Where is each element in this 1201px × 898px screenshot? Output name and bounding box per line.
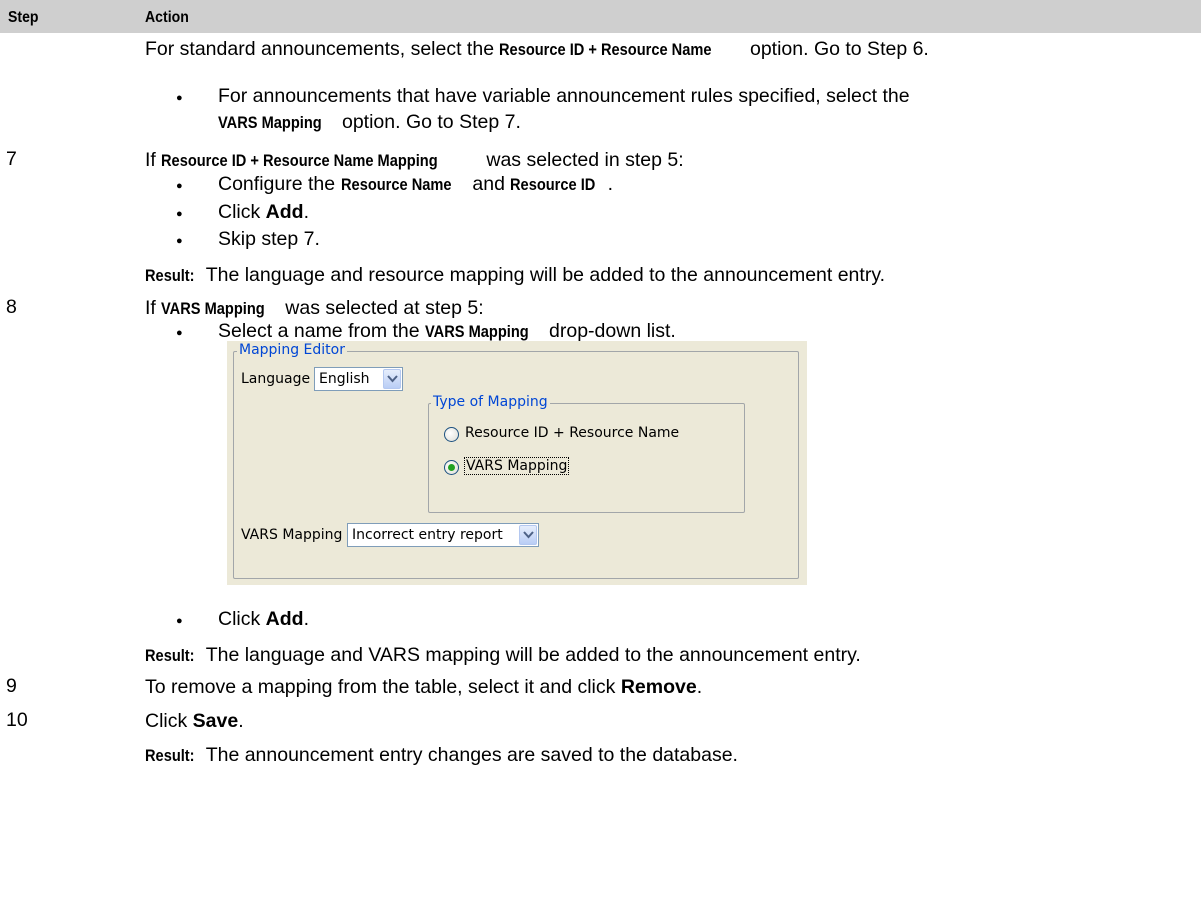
resource-id-radio[interactable] bbox=[444, 427, 459, 442]
bullet-glyph: ● bbox=[176, 615, 183, 627]
step-8-text: If VARS Mapping was selected at step 5: bbox=[145, 297, 484, 319]
language-label: Language bbox=[241, 371, 311, 387]
step-10-text: Click Save. bbox=[145, 710, 244, 732]
step-7-result: Result: The language and resource mappin… bbox=[145, 264, 886, 286]
step-7-bullet-2: Click Add. bbox=[218, 201, 309, 223]
vars-mapping-label: VARS Mapping bbox=[241, 527, 343, 543]
standard-announcements-text: For standard announcements, select the R… bbox=[145, 38, 929, 60]
type-of-mapping-title: Type of Mapping bbox=[431, 394, 550, 410]
bullet-glyph: ● bbox=[176, 92, 183, 104]
bullet-glyph: ● bbox=[176, 327, 183, 339]
variable-announcements-text-2: VARS Mapping option. Go to Step 7. bbox=[218, 111, 521, 133]
step-8-number: 8 bbox=[6, 296, 17, 318]
mapping-editor-title: Mapping Editor bbox=[237, 342, 347, 358]
vars-mapping-option-label[interactable]: VARS Mapping bbox=[463, 457, 570, 475]
step-8-result: Result: The language and VARS mapping wi… bbox=[145, 644, 861, 666]
step-10-number: 10 bbox=[6, 709, 28, 731]
language-value: English bbox=[319, 371, 370, 387]
vars-mapping-select[interactable]: Incorrect entry report bbox=[347, 523, 539, 547]
step-9-text: To remove a mapping from the table, sele… bbox=[145, 676, 703, 698]
bullet-glyph: ● bbox=[176, 235, 183, 247]
chevron-down-icon[interactable] bbox=[383, 369, 401, 389]
step-7-bullet-1: Configure the Resource Name and Resource… bbox=[218, 173, 614, 195]
header-step: Step bbox=[8, 9, 39, 26]
bullet-glyph: ● bbox=[176, 180, 183, 192]
language-select[interactable]: English bbox=[314, 367, 403, 391]
bullet-glyph: ● bbox=[176, 208, 183, 220]
step-10-result: Result: The announcement entry changes a… bbox=[145, 744, 738, 766]
vars-mapping-radio[interactable] bbox=[444, 460, 459, 475]
header-action: Action bbox=[145, 9, 189, 26]
step-9-number: 9 bbox=[6, 675, 17, 697]
mapping-editor-panel: Mapping Editor Language English Type of … bbox=[227, 341, 807, 585]
radio-selected-dot bbox=[448, 464, 455, 471]
step-7-number: 7 bbox=[6, 148, 17, 170]
table-header: Step Action bbox=[0, 0, 1201, 33]
vars-mapping-value: Incorrect entry report bbox=[352, 527, 503, 543]
step-7-bullet-3: Skip step 7. bbox=[218, 228, 320, 250]
step-7-text: If Resource ID + Resource Name Mapping w… bbox=[145, 149, 684, 171]
chevron-down-icon[interactable] bbox=[519, 525, 537, 545]
variable-announcements-text: For announcements that have variable ann… bbox=[218, 85, 910, 107]
resource-id-option-label[interactable]: Resource ID + Resource Name bbox=[465, 425, 679, 441]
step-8-bullet-2: Click Add. bbox=[218, 608, 309, 630]
